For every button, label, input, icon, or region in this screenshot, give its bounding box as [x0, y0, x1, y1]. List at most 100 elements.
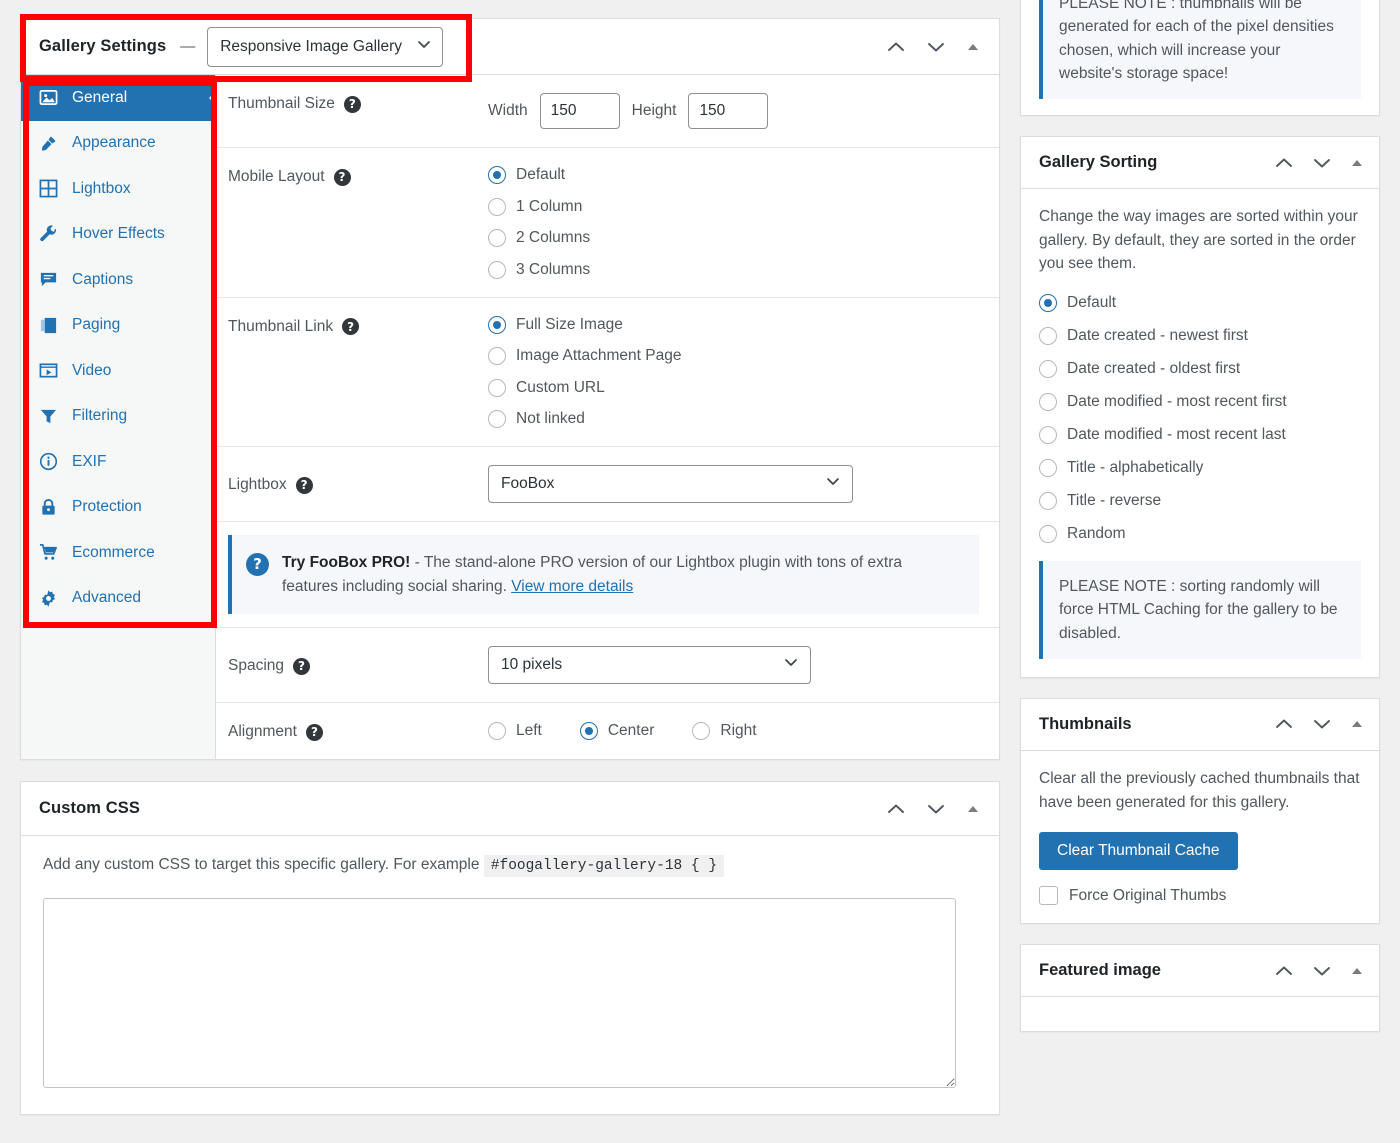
radio-link-not-linked[interactable]: Not linked: [488, 410, 979, 428]
sidebar-item-appearance[interactable]: Appearance: [21, 121, 215, 167]
sidebar-item-label: Advanced: [72, 589, 141, 607]
help-icon[interactable]: ?: [343, 95, 361, 113]
sidebar-item-captions[interactable]: Captions: [21, 257, 215, 303]
radio-sort-random[interactable]: Random: [1039, 525, 1361, 544]
radio-label: Title - reverse: [1067, 492, 1162, 510]
chevron-up-icon[interactable]: [885, 798, 907, 820]
setting-control: Left Center Right: [488, 722, 979, 741]
spacing-select[interactable]: 10 pixels: [488, 646, 811, 685]
radio-mobile-1-column[interactable]: 1 Column: [488, 197, 979, 216]
custom-css-description-text: Add any custom CSS to target this specif…: [43, 856, 480, 874]
setting-mobile-layout: Mobile Layout ? Default 1 Column 2 Colum…: [216, 148, 999, 298]
checkbox-label: Force Original Thumbs: [1069, 886, 1227, 904]
sidebar-item-paging[interactable]: Paging: [21, 303, 215, 349]
caret-up-icon[interactable]: [965, 801, 981, 817]
sidebar-item-label: Appearance: [72, 134, 156, 152]
settings-tabs-sidebar: General Appearance Lightbox Hover Effect…: [21, 75, 216, 760]
setting-lightbox: Lightbox ? FooBox: [216, 447, 999, 522]
chevron-up-icon[interactable]: [885, 36, 907, 58]
radio-link-custom-url[interactable]: Custom URL: [488, 378, 979, 397]
radio-mobile-default[interactable]: Default: [488, 166, 979, 184]
sidebar-item-advanced[interactable]: Advanced: [21, 576, 215, 622]
force-original-thumbs-checkbox-row[interactable]: Force Original Thumbs: [1039, 886, 1361, 906]
sidebar-item-filtering[interactable]: Filtering: [21, 394, 215, 440]
radio-label: Right: [720, 722, 757, 740]
admin-page: Gallery Settings — Responsive Image Gall…: [0, 0, 1400, 1143]
custom-css-textarea[interactable]: [43, 898, 956, 1089]
radio-sort-date-created-oldest[interactable]: Date created - oldest first: [1039, 360, 1361, 379]
radio-mobile-2-columns[interactable]: 2 Columns: [488, 229, 979, 247]
lightbox-select[interactable]: FooBox: [488, 465, 853, 503]
setting-control: Default 1 Column 2 Columns 3 Columns: [488, 166, 979, 279]
sidebar-item-protection[interactable]: Protection: [21, 485, 215, 531]
gallery-sorting-box: Gallery Sorting Change the way images ar…: [1020, 136, 1380, 678]
radio-label: Random: [1067, 525, 1126, 543]
chevron-up-icon[interactable]: [1273, 960, 1295, 982]
radio-sort-default[interactable]: Default: [1039, 294, 1361, 313]
sidebar-item-ecommerce[interactable]: Ecommerce: [21, 530, 215, 576]
sidebar-item-hover-effects[interactable]: Hover Effects: [21, 212, 215, 258]
chevron-down-icon[interactable]: [925, 798, 947, 820]
radio-indicator: [579, 722, 598, 741]
sidebar-item-exif[interactable]: EXIF: [21, 439, 215, 485]
radio-link-image-attachment-page[interactable]: Image Attachment Page: [488, 347, 979, 365]
setting-label: Lightbox ?: [228, 474, 488, 494]
chevron-down-icon[interactable]: [1311, 713, 1333, 735]
view-more-details-link[interactable]: View more details: [511, 578, 633, 595]
radio-label: Not linked: [516, 410, 585, 427]
custom-css-header: Custom CSS: [21, 782, 999, 837]
help-icon[interactable]: ?: [305, 723, 323, 741]
radio-label: Custom URL: [516, 378, 605, 396]
radio-indicator: [488, 378, 506, 397]
thumbnails-body: Clear all the previously cached thumbnai…: [1021, 751, 1379, 923]
radio-link-full-size-image[interactable]: Full Size Image: [488, 315, 979, 334]
mobile-layout-label: Mobile Layout: [228, 168, 325, 185]
chevron-down-icon[interactable]: [1311, 960, 1333, 982]
caret-up-icon[interactable]: [1349, 716, 1365, 732]
help-icon[interactable]: ?: [342, 318, 360, 335]
radio-sort-title-reverse[interactable]: Title - reverse: [1039, 492, 1361, 511]
radio-label: Left: [516, 722, 542, 740]
width-label: Width: [488, 102, 528, 119]
caret-up-icon[interactable]: [1349, 963, 1365, 979]
thumbnail-width-input[interactable]: [539, 93, 620, 129]
caret-up-icon[interactable]: [1349, 155, 1365, 171]
info-icon: [38, 451, 59, 472]
radio-indicator: [1039, 360, 1057, 379]
radio-align-left[interactable]: Left: [488, 722, 542, 741]
chevron-down-icon: [416, 36, 432, 57]
radio-label: Title - alphabetically: [1067, 459, 1204, 477]
metabox-actions: [885, 798, 987, 820]
chevron-up-icon[interactable]: [1273, 152, 1295, 174]
gallery-type-select[interactable]: Responsive Image Gallery: [207, 26, 444, 67]
clear-thumbnail-cache-button[interactable]: Clear Thumbnail Cache: [1039, 832, 1238, 871]
sidebar-item-general[interactable]: General: [21, 75, 215, 121]
image-icon: [38, 87, 59, 108]
thumbnails-box: Thumbnails Clear all the previously cach…: [1020, 697, 1380, 925]
radio-align-right[interactable]: Right: [692, 722, 757, 741]
chevron-down-icon: [825, 474, 841, 495]
sidebar-item-video[interactable]: Video: [21, 348, 215, 394]
sidebar-item-label: Protection: [72, 498, 142, 516]
chevron-down-icon[interactable]: [925, 36, 947, 58]
radio-label: Date modified - most recent first: [1067, 393, 1287, 411]
caret-up-icon[interactable]: [965, 39, 981, 55]
featured-image-box: Featured image: [1020, 944, 1380, 1033]
radio-indicator: [692, 722, 711, 741]
radio-sort-title-alphabetically[interactable]: Title - alphabetically: [1039, 459, 1361, 478]
help-icon[interactable]: ?: [333, 168, 351, 186]
radio-sort-date-modified-recent-last[interactable]: Date modified - most recent last: [1039, 426, 1361, 445]
help-icon[interactable]: ?: [295, 476, 313, 494]
radio-indicator: [488, 315, 506, 334]
help-icon[interactable]: ?: [293, 657, 311, 675]
gallery-type-value: Responsive Image Gallery: [220, 37, 403, 55]
radio-mobile-3-columns[interactable]: 3 Columns: [488, 260, 979, 279]
radio-sort-date-modified-recent-first[interactable]: Date modified - most recent first: [1039, 393, 1361, 412]
radio-sort-date-created-newest[interactable]: Date created - newest first: [1039, 327, 1361, 346]
radio-align-center[interactable]: Center: [579, 722, 654, 741]
featured-image-body: [1021, 997, 1379, 1031]
chevron-up-icon[interactable]: [1273, 713, 1295, 735]
chevron-down-icon[interactable]: [1311, 152, 1333, 174]
sidebar-item-lightbox[interactable]: Lightbox: [21, 166, 215, 212]
thumbnail-height-input[interactable]: [688, 93, 769, 129]
